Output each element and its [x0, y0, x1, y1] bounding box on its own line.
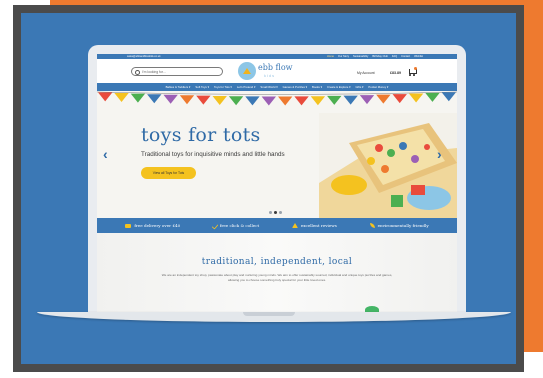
bunting-flag — [196, 95, 211, 105]
logo-tag: kids — [264, 73, 276, 78]
bunting-flag — [98, 92, 113, 102]
logo-boat-icon — [243, 68, 251, 74]
carousel-dot[interactable] — [279, 211, 282, 214]
bunting-flag — [179, 95, 195, 105]
feature-click-collect: free click & collect — [211, 221, 260, 230]
feature-free-delivery: free delivery over £40 — [125, 223, 180, 228]
search-input[interactable]: I'm looking for... — [131, 67, 223, 76]
bunting-flag — [343, 95, 358, 105]
bunting-flag — [392, 94, 407, 104]
site-header: I'm looking for... ebb flow kids My Acco… — [97, 59, 457, 83]
intro-section: traditional, independent, local We are a… — [97, 233, 457, 312]
bunting-flag — [228, 96, 244, 106]
nav-item-soft-toys[interactable]: Soft Toys ▾ — [195, 85, 209, 89]
nav-item-gifts[interactable]: Gifts ▾ — [355, 85, 363, 89]
bunting-flag — [212, 95, 227, 105]
truck-icon — [125, 223, 132, 228]
logo-name: ebb flow — [258, 63, 293, 72]
search-placeholder: I'm looking for... — [142, 70, 166, 74]
leaf-icon — [369, 223, 375, 228]
feature-label: environmentally friendly — [377, 223, 429, 228]
cart-icon[interactable] — [408, 67, 417, 76]
site-logo[interactable]: ebb flow kids — [238, 62, 302, 82]
bunting-flag — [327, 95, 342, 105]
laptop-notch — [243, 312, 295, 316]
hero-banner: toys for tots Traditional toys for inqui… — [97, 91, 457, 218]
bunting-decoration — [97, 91, 457, 106]
nav-item-books[interactable]: Books ▾ — [312, 85, 322, 89]
my-account-link[interactable]: My Account — [357, 71, 375, 75]
nav-item-lets-pretend[interactable]: Let's Pretend ▾ — [237, 85, 256, 89]
nav-item-babies-toddlers[interactable]: Babies & Toddlers ▾ — [166, 85, 191, 89]
feature-label: free delivery over £40 — [134, 223, 181, 228]
feature-reviews: excellent reviews — [291, 223, 337, 228]
bunting-flag — [114, 92, 129, 102]
bunting-flag — [294, 96, 309, 106]
bunting-flag — [359, 95, 375, 105]
bunting-flag — [425, 92, 440, 102]
nav-item-small-world[interactable]: Small World ▾ — [260, 85, 277, 89]
nav-item-toys-for-tots[interactable]: Toys for Tots ▾ — [214, 85, 232, 89]
intro-title: traditional, independent, local — [201, 257, 353, 267]
laptop-mockup: sales@ebbandflowkids.co.uk Home Our Stor… — [88, 45, 466, 313]
bunting-flag — [441, 92, 456, 102]
check-icon — [211, 221, 219, 230]
nav-item-games-puzzles[interactable]: Games & Puzzles ▾ — [283, 85, 307, 89]
carousel-dot[interactable] — [269, 211, 272, 214]
feature-label: free click & collect — [219, 223, 260, 228]
carousel-dot-active[interactable] — [274, 211, 277, 214]
hero-toys-image — [319, 113, 457, 218]
bunting-flag — [163, 94, 178, 104]
view-all-toys-button[interactable]: View all Toys for Tots — [141, 167, 196, 179]
star-icon — [291, 223, 298, 228]
search-icon — [135, 70, 140, 75]
feature-eco: environmentally friendly — [369, 223, 429, 228]
carousel-next-icon[interactable]: › — [437, 146, 442, 162]
laptop-screen: sales@ebbandflowkids.co.uk Home Our Stor… — [97, 54, 457, 312]
nav-item-create-explore[interactable]: Create & Explore ▾ — [327, 85, 350, 89]
bunting-flag — [376, 94, 391, 104]
bunting-flag — [261, 96, 276, 106]
hero-title: toys for tots — [141, 124, 261, 146]
bunting-flag — [245, 96, 260, 106]
features-strip: free delivery over £40 free click & coll… — [97, 218, 457, 233]
intro-text: We are an independent toy shop, passiona… — [161, 273, 393, 282]
bunting-flag — [147, 94, 162, 104]
carousel-dots — [269, 211, 282, 214]
main-nav: Babies & Toddlers ▾ Soft Toys ▾ Toys for… — [97, 83, 457, 91]
basket-total[interactable]: £83.89 — [390, 71, 401, 75]
hero-subtitle: Traditional toys for inquisitive minds a… — [141, 151, 285, 158]
nav-item-pocket-money[interactable]: Pocket Money ▾ — [368, 85, 388, 89]
carousel-prev-icon[interactable]: ‹ — [103, 146, 108, 162]
bunting-flag — [310, 96, 326, 106]
feature-label: excellent reviews — [300, 223, 337, 228]
bunting-flag — [278, 96, 293, 106]
bunting-flag — [408, 93, 424, 103]
bunting-flag — [130, 93, 146, 103]
